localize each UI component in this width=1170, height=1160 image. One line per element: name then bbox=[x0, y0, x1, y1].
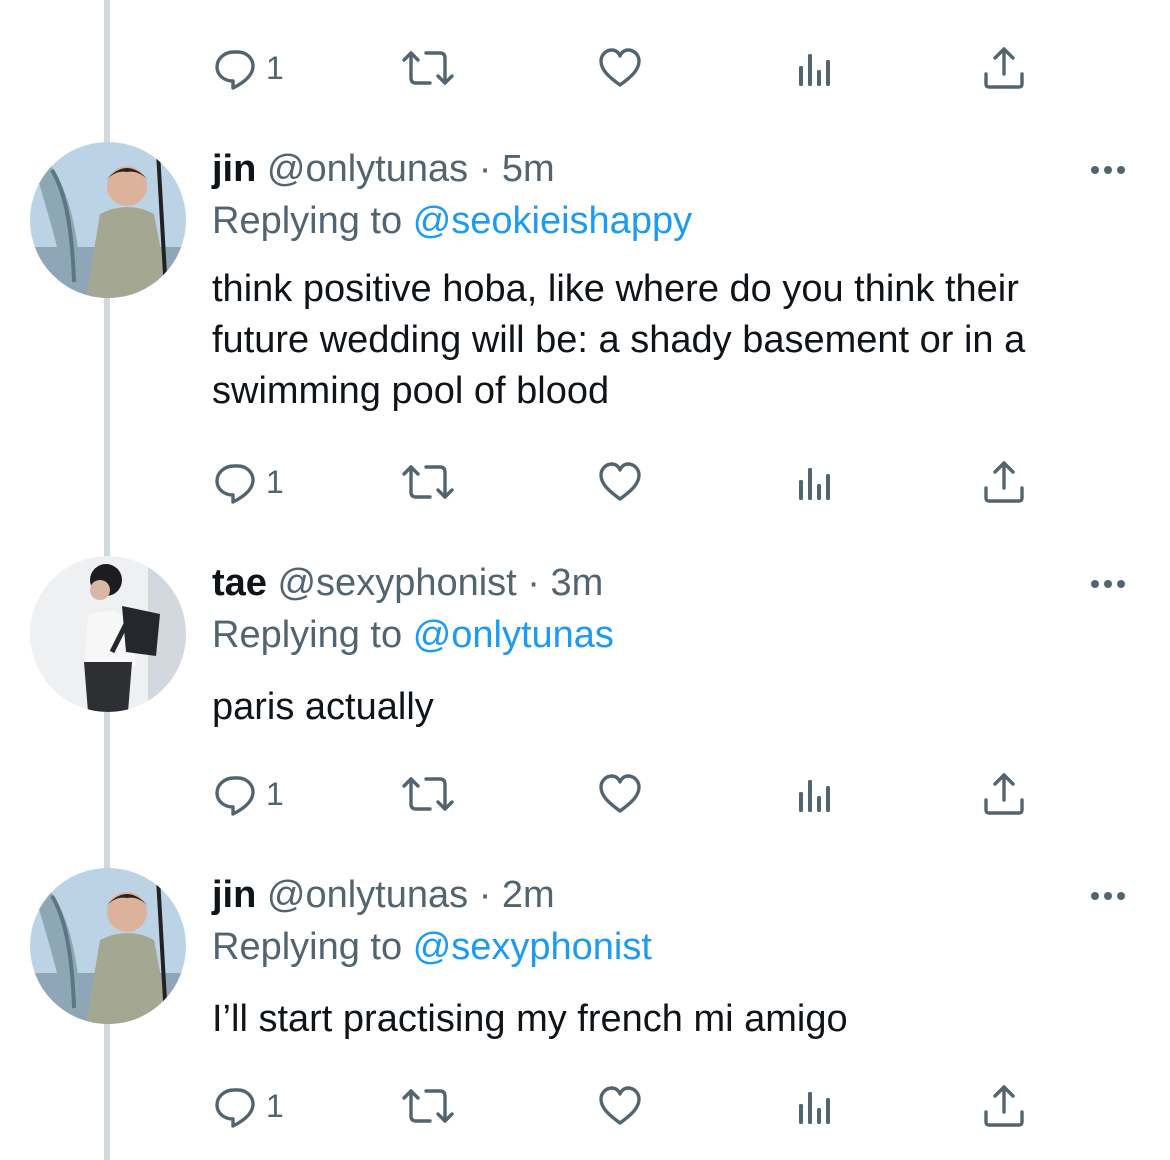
avatar[interactable] bbox=[30, 868, 186, 1024]
views-button[interactable] bbox=[792, 40, 840, 96]
user-handle[interactable]: @sexyphonist bbox=[277, 562, 516, 604]
retweet-button[interactable] bbox=[398, 454, 458, 510]
avatar[interactable] bbox=[30, 142, 186, 298]
reply-count: 1 bbox=[266, 776, 284, 812]
bar-chart-icon bbox=[799, 780, 830, 812]
speech-bubble-icon bbox=[215, 1088, 255, 1128]
user-handle[interactable]: @onlytunas bbox=[267, 148, 468, 190]
display-name[interactable]: tae bbox=[212, 562, 267, 604]
tweet-text: think positive hoba, like where do you t… bbox=[212, 268, 1026, 412]
upload-arrow-icon bbox=[984, 47, 1024, 89]
mention-link[interactable]: @seokieishappy bbox=[413, 200, 692, 242]
tweet-text: I’ll start practising my french mi amigo bbox=[212, 998, 848, 1040]
user-handle[interactable]: @onlytunas bbox=[267, 874, 468, 916]
reply-count: 1 bbox=[266, 464, 284, 500]
bar-chart-icon bbox=[799, 468, 830, 500]
reply-button[interactable]: 1 bbox=[212, 1078, 284, 1134]
like-button[interactable] bbox=[596, 40, 644, 96]
avatar[interactable] bbox=[30, 556, 186, 712]
share-button[interactable] bbox=[980, 766, 1028, 822]
retweet-arrows-icon bbox=[402, 51, 454, 85]
reply-thread: 1 jin @onlytunas · 5m Replying to @seoki… bbox=[0, 0, 1170, 1160]
heart-icon bbox=[599, 462, 641, 501]
retweet-arrows-icon bbox=[402, 777, 454, 811]
bar-chart-icon bbox=[799, 1092, 830, 1124]
heart-icon bbox=[599, 774, 641, 813]
mention-link[interactable]: @sexyphonist bbox=[413, 926, 652, 968]
replying-to: Replying to @sexyphonist bbox=[212, 924, 652, 970]
speech-bubble-icon bbox=[215, 50, 255, 90]
tweet-header: jin @onlytunas · 5m bbox=[212, 146, 555, 192]
retweet-arrows-icon bbox=[402, 1089, 454, 1123]
speech-bubble-icon bbox=[215, 776, 255, 816]
more-options-icon[interactable] bbox=[1088, 160, 1128, 180]
retweet-button[interactable] bbox=[398, 766, 458, 822]
retweet-button[interactable] bbox=[398, 1078, 458, 1134]
more-options-icon[interactable] bbox=[1088, 574, 1128, 594]
bar-chart-icon bbox=[799, 54, 830, 86]
timestamp[interactable]: 2m bbox=[502, 874, 555, 916]
like-button[interactable] bbox=[596, 454, 644, 510]
upload-arrow-icon bbox=[984, 1085, 1024, 1127]
action-bar: 1 bbox=[212, 40, 1042, 96]
display-name[interactable]: jin bbox=[212, 874, 256, 916]
reply-count: 1 bbox=[266, 50, 284, 86]
replying-to: Replying to @onlytunas bbox=[212, 612, 614, 658]
separator-dot: · bbox=[527, 562, 540, 604]
upload-arrow-icon bbox=[984, 461, 1024, 503]
more-options-icon[interactable] bbox=[1088, 886, 1128, 906]
reply-button[interactable]: 1 bbox=[212, 766, 284, 822]
speech-bubble-icon bbox=[215, 464, 255, 504]
action-bar: 1 bbox=[212, 1078, 1042, 1134]
share-button[interactable] bbox=[980, 454, 1028, 510]
views-button[interactable] bbox=[792, 766, 840, 822]
tweet-header: jin @onlytunas · 2m bbox=[212, 872, 555, 918]
reply-count: 1 bbox=[266, 1088, 284, 1124]
views-button[interactable] bbox=[792, 1078, 840, 1134]
retweet-button[interactable] bbox=[398, 40, 458, 96]
replying-to-label: Replying to bbox=[212, 926, 403, 968]
share-button[interactable] bbox=[980, 1078, 1028, 1134]
replying-to-label: Replying to bbox=[212, 614, 403, 656]
tweet-header: tae @sexyphonist · 3m bbox=[212, 560, 603, 606]
retweet-arrows-icon bbox=[402, 465, 454, 499]
replying-to-label: Replying to bbox=[212, 200, 403, 242]
separator-dot: · bbox=[478, 148, 492, 190]
tweet-text: paris actually bbox=[212, 686, 434, 728]
timestamp[interactable]: 3m bbox=[551, 562, 604, 604]
like-button[interactable] bbox=[596, 1078, 644, 1134]
display-name[interactable]: jin bbox=[212, 148, 256, 190]
views-button[interactable] bbox=[792, 454, 840, 510]
separator-dot: · bbox=[478, 874, 492, 916]
replying-to: Replying to @seokieishappy bbox=[212, 198, 692, 244]
reply-button[interactable]: 1 bbox=[212, 40, 284, 96]
heart-icon bbox=[599, 1086, 641, 1125]
heart-icon bbox=[599, 48, 641, 87]
like-button[interactable] bbox=[596, 766, 644, 822]
action-bar: 1 bbox=[212, 454, 1042, 510]
reply-button[interactable]: 1 bbox=[212, 454, 284, 510]
mention-link[interactable]: @onlytunas bbox=[413, 614, 614, 656]
upload-arrow-icon bbox=[984, 773, 1024, 815]
share-button[interactable] bbox=[980, 40, 1028, 96]
timestamp[interactable]: 5m bbox=[502, 148, 555, 190]
action-bar: 1 bbox=[212, 766, 1042, 822]
